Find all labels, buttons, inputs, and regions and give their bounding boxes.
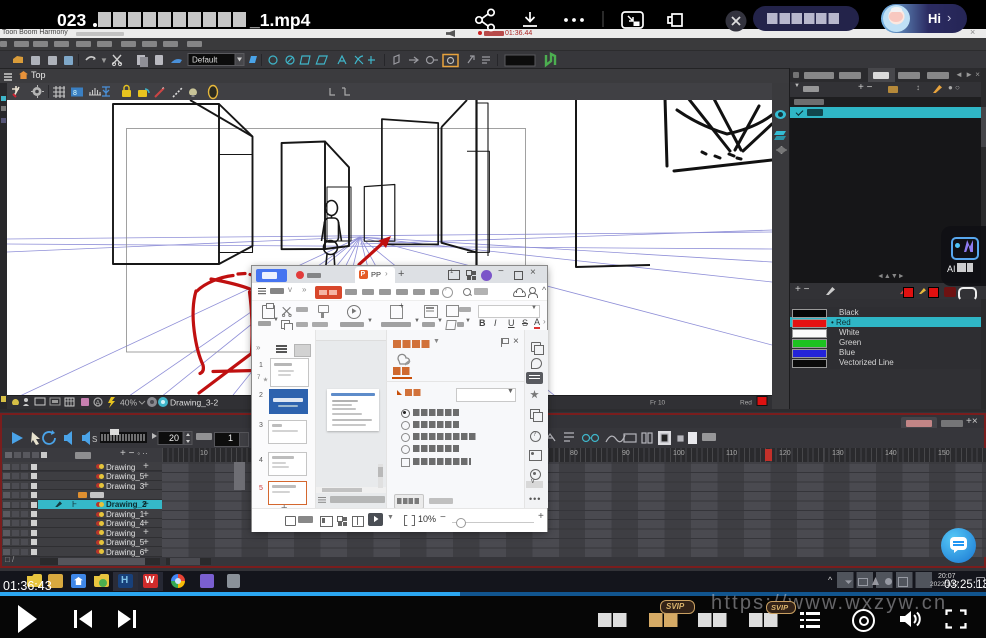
svg-text:▼: ▼ — [100, 56, 108, 65]
svg-text:8: 8 — [73, 90, 77, 97]
svg-text:Red: Red — [740, 400, 752, 407]
svg-text:Fr 10: Fr 10 — [650, 400, 666, 407]
svg-text:S: S — [92, 435, 97, 444]
svg-text:20: 20 — [169, 433, 179, 443]
svg-text:40%: 40% — [120, 398, 137, 408]
svg-text:A: A — [96, 400, 101, 407]
svg-text:Default: Default — [192, 56, 218, 65]
svg-text:Drawing_3-2: Drawing_3-2 — [170, 398, 218, 408]
